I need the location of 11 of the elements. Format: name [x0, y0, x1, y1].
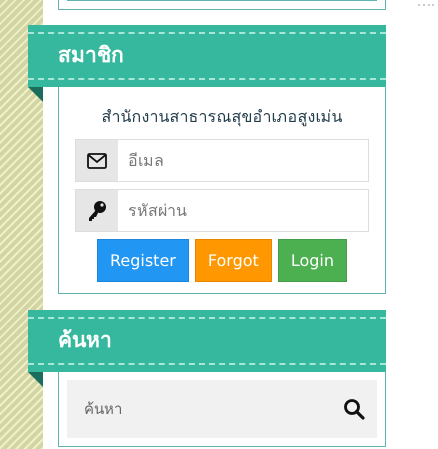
form-button[interactable]: Register [97, 239, 189, 282]
organization-name: สำนักงานสาธารณสุขอำเภอสูงเม่น [100, 106, 344, 128]
section-title: สมาชิก [58, 42, 124, 70]
form-button[interactable]: Login [278, 239, 347, 282]
ribbon-fold-icon [28, 87, 43, 102]
dotted-line-icon [418, 4, 434, 7]
search-field[interactable]: ค้นหา [67, 380, 377, 438]
section-title: ค้นหา [58, 327, 112, 354]
ribbon-fold-icon [28, 372, 43, 387]
form-button[interactable]: Forgot [194, 239, 272, 282]
search-icon[interactable] [343, 398, 365, 420]
